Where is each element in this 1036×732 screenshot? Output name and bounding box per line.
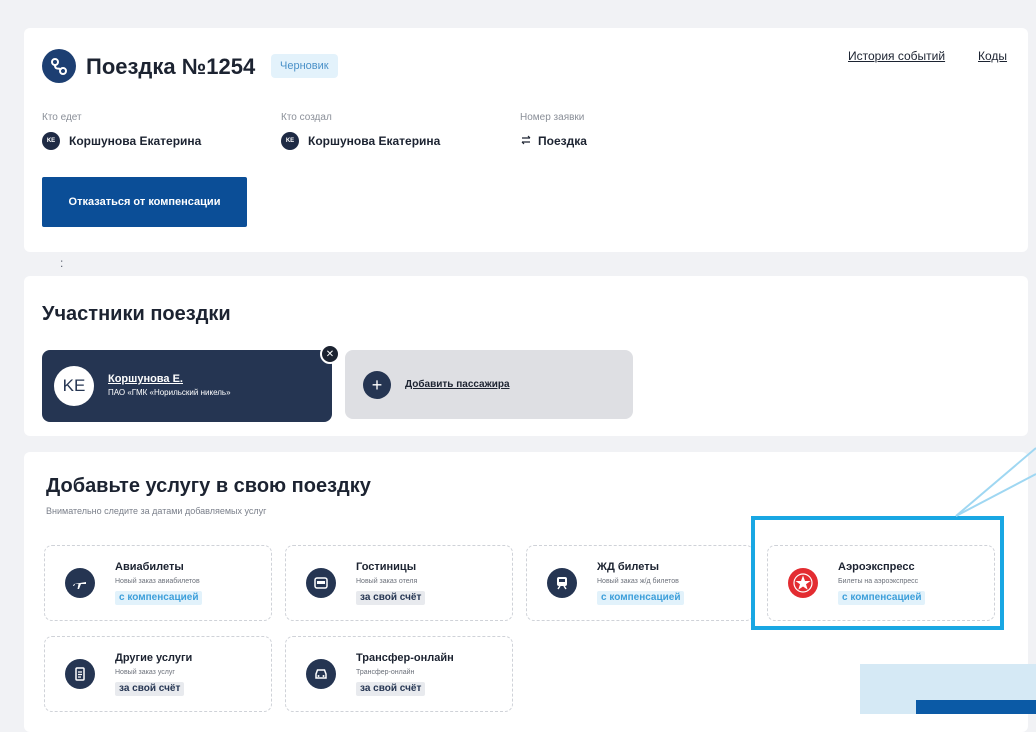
car-icon: [306, 659, 336, 689]
train-icon: [547, 568, 577, 598]
services-heading: Добавьте услугу в свою поездку: [46, 475, 371, 497]
add-passenger-link[interactable]: Добавить пассажира: [405, 379, 510, 390]
service-title: Другие услуги: [115, 652, 193, 664]
payment-tag: за свой счёт: [115, 682, 185, 696]
services-subheading: Внимательно следите за датами добавляемы…: [46, 506, 267, 516]
service-subtitle: Билеты на аэроэкспресс: [838, 578, 919, 585]
service-subtitle: Новый заказ отеля: [356, 578, 418, 585]
who-created-label: Кто создал: [281, 112, 332, 123]
separator-mark: :: [60, 256, 64, 270]
service-title: Авиабилеты: [115, 561, 184, 573]
passenger-card[interactable]: KE Коршунова Е. ПАО «ГМК «Норильский ник…: [42, 350, 332, 422]
service-title: Гостиницы: [356, 561, 417, 573]
trip-route-icon: [42, 49, 76, 83]
service-trains[interactable]: ЖД билеты Новый заказ ж/д билетов с комп…: [526, 545, 754, 621]
payment-tag: с компенсацией: [115, 591, 203, 605]
avatar: KE: [281, 132, 299, 150]
service-title: Аэроэкспресс: [838, 561, 915, 573]
service-title: Трансфер-онлайн: [356, 652, 454, 664]
request-number: Поездка: [538, 134, 587, 148]
add-passenger-button[interactable]: + Добавить пассажира: [345, 350, 633, 419]
payment-tag: с компенсацией: [838, 591, 926, 605]
plus-icon: +: [363, 371, 391, 399]
participants-card: Участники поездки KE Коршунова Е. ПАО «Г…: [24, 276, 1028, 436]
passenger-name-link[interactable]: Коршунова Е.: [108, 373, 183, 385]
aeroexpress-star-icon: [788, 568, 818, 598]
trip-title: Поездка №1254: [86, 54, 256, 79]
who-created-value: KE Коршунова Екатерина: [281, 132, 440, 150]
service-transfer[interactable]: Трансфер-онлайн Трансфер-онлайн за свой …: [285, 636, 513, 712]
who-goes-value: KE Коршунова Екатерина: [42, 132, 201, 150]
services-card: Добавьте услугу в свою поездку Вниматель…: [24, 452, 1028, 732]
document-icon: [65, 659, 95, 689]
history-link[interactable]: История событий: [848, 49, 945, 63]
service-title: ЖД билеты: [597, 561, 659, 573]
who-goes-label: Кто едет: [42, 112, 82, 123]
request-label: Номер заявки: [520, 112, 585, 123]
participants-heading: Участники поездки: [42, 303, 231, 325]
request-value: Поездка: [520, 132, 587, 150]
hotel-bed-icon: [306, 568, 336, 598]
service-subtitle: Новый заказ авиабилетов: [115, 578, 200, 585]
payment-tag: за свой счёт: [356, 682, 426, 696]
passenger-organization: ПАО «ГМК «Норильский никель»: [108, 388, 231, 397]
swap-arrows-icon: [520, 134, 532, 149]
service-subtitle: Новый заказ услуг: [115, 669, 175, 676]
refuse-compensation-button[interactable]: Отказаться от компенсации: [42, 177, 247, 227]
service-subtitle: Трансфер-онлайн: [356, 669, 415, 676]
who-created-name: Коршунова Екатерина: [308, 134, 441, 148]
avatar: KE: [42, 132, 60, 150]
payment-tag: за свой счёт: [356, 591, 426, 605]
who-goes-name: Коршунова Екатерина: [69, 134, 202, 148]
service-other[interactable]: Другие услуги Новый заказ услуг за свой …: [44, 636, 272, 712]
avatar: KE: [54, 366, 94, 406]
service-hotels[interactable]: Гостиницы Новый заказ отеля за свой счёт: [285, 545, 513, 621]
service-aeroexpress[interactable]: Аэроэкспресс Билеты на аэроэкспресс с ко…: [767, 545, 995, 621]
codes-link[interactable]: Коды: [978, 49, 1007, 63]
payment-tag: с компенсацией: [597, 591, 685, 605]
trip-header-card: Поездка №1254 Черновик История событий К…: [24, 28, 1028, 252]
service-flights[interactable]: Авиабилеты Новый заказ авиабилетов с ком…: [44, 545, 272, 621]
service-subtitle: Новый заказ ж/д билетов: [597, 578, 679, 585]
plane-icon: [65, 568, 95, 598]
status-badge: Черновик: [271, 54, 338, 78]
remove-passenger-close-icon[interactable]: ✕: [320, 344, 340, 364]
